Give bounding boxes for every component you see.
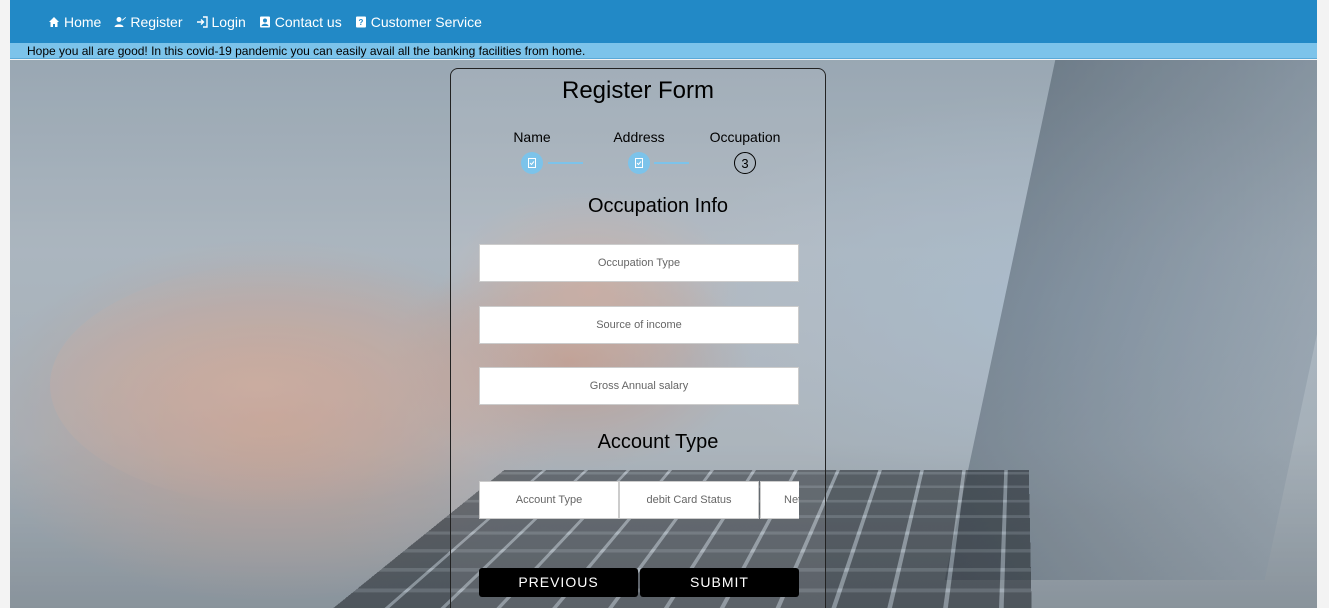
- nav-login-link[interactable]: Login: [196, 14, 246, 30]
- nav-customer-service-link[interactable]: ? Customer Service: [355, 14, 482, 30]
- register-icon: [114, 16, 127, 28]
- previous-button[interactable]: PREVIOUS: [479, 568, 638, 597]
- step-connector: [654, 162, 689, 164]
- nav-register-label: Register: [130, 13, 183, 30]
- nav-home-label: Home: [64, 13, 102, 30]
- occupation-type-input[interactable]: [479, 244, 799, 282]
- announcement-marquee: Hope you all are good! In this covid-19 …: [10, 43, 1317, 59]
- page: Home Register Login Contact us ? Custome…: [10, 0, 1317, 608]
- account-type-input[interactable]: [479, 481, 619, 519]
- nav-register-link[interactable]: Register: [114, 13, 183, 30]
- help-icon: ?: [355, 16, 367, 28]
- form-title: Register Form: [561, 77, 715, 104]
- step-label-name: Name: [513, 129, 551, 145]
- nav-contact-label: Contact us: [274, 13, 342, 30]
- progress-steps: Name Address Occupation 3: [451, 129, 825, 179]
- nav-contact-link[interactable]: Contact us: [259, 14, 342, 30]
- login-icon: [196, 15, 208, 28]
- step-label-address: Address: [613, 129, 665, 145]
- contact-card-icon: [259, 16, 271, 28]
- register-form: Register Form Name Address Occupation 3 …: [450, 68, 826, 608]
- nav-home-link[interactable]: Home: [48, 14, 101, 30]
- navbar: Home Register Login Contact us ? Custome…: [10, 0, 1317, 43]
- account-fields-row: [479, 481, 799, 519]
- svg-text:?: ?: [358, 18, 363, 27]
- source-of-income-input[interactable]: [479, 306, 799, 344]
- step-done-icon: [521, 152, 543, 174]
- nav-customer-service-label: Customer Service: [370, 13, 482, 30]
- occupation-info-heading: Occupation Info: [587, 195, 729, 217]
- home-icon: [48, 16, 60, 28]
- net-banking-input[interactable]: [760, 481, 799, 519]
- nav-login-label: Login: [211, 13, 246, 30]
- step-label-occupation: Occupation: [709, 129, 781, 145]
- step-number-current: 3: [734, 152, 756, 174]
- step-done-icon: [628, 152, 650, 174]
- submit-button[interactable]: SUBMIT: [640, 568, 799, 597]
- account-type-heading: Account Type: [597, 431, 719, 453]
- step-connector: [548, 162, 583, 164]
- debit-card-status-input[interactable]: [619, 481, 759, 519]
- gross-annual-salary-input[interactable]: [479, 367, 799, 405]
